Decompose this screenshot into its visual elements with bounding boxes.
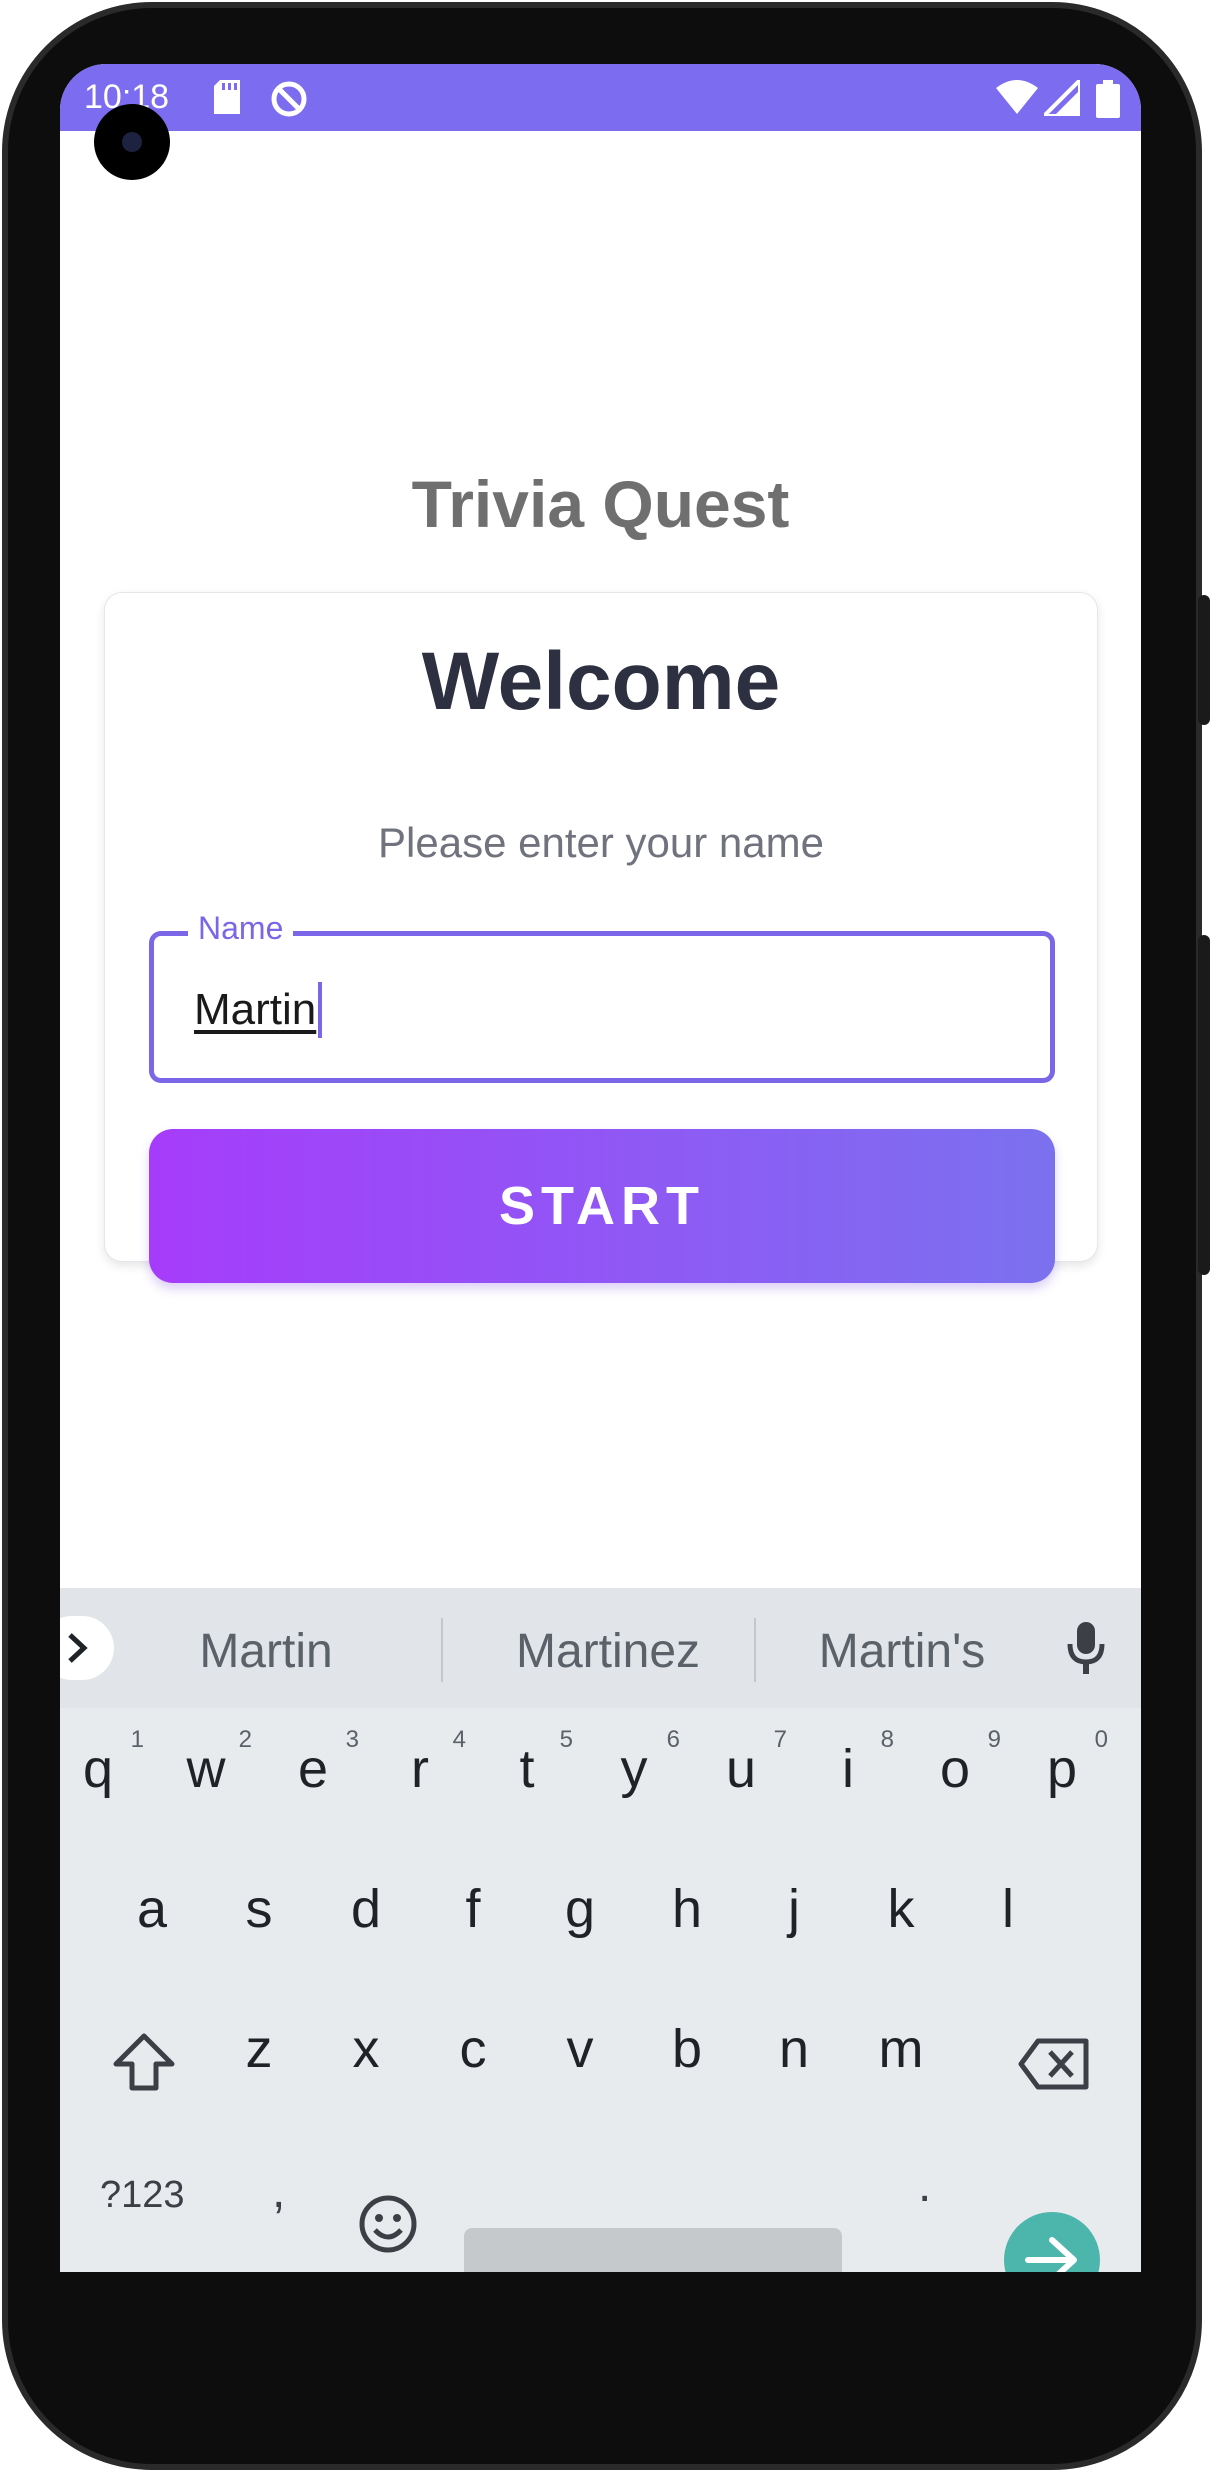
period-key[interactable]: . <box>918 2158 931 2213</box>
comma-key[interactable]: , <box>272 2164 285 2219</box>
suggestion-bar: Martin Martinez Martin's <box>60 1588 1141 1708</box>
key-s[interactable]: s <box>219 1878 299 1940</box>
arrow-right-icon <box>1025 2237 1077 2272</box>
key-m[interactable]: m <box>861 2018 941 2080</box>
key-n[interactable]: n <box>754 2018 834 2080</box>
key-u[interactable]: u7 <box>701 1726 787 1800</box>
power-button <box>1198 595 1210 725</box>
key-b[interactable]: b <box>647 2018 727 2080</box>
key-f[interactable]: f <box>433 1878 513 1940</box>
key-a[interactable]: a <box>112 1878 192 1940</box>
suggestion-divider <box>754 1618 756 1682</box>
key-v[interactable]: v <box>540 2018 620 2080</box>
name-input-value[interactable]: Martin <box>194 982 323 1038</box>
suggestion-divider <box>441 1618 443 1682</box>
shift-icon[interactable] <box>112 2032 176 2097</box>
key-t[interactable]: t5 <box>487 1726 573 1800</box>
key-p[interactable]: p0 <box>1022 1726 1108 1800</box>
emoji-icon[interactable] <box>358 2194 418 2259</box>
screen: 10:18 Trivia Quest Welcome Please enter … <box>60 64 1141 2272</box>
name-field-label: Name <box>188 910 294 947</box>
start-button[interactable]: START <box>149 1129 1055 1283</box>
key-j[interactable]: j <box>754 1878 834 1940</box>
name-input[interactable]: Name Martin <box>149 910 1055 1083</box>
key-h[interactable]: h <box>647 1878 727 1940</box>
signal-icon <box>1039 75 1082 121</box>
key-o[interactable]: o9 <box>915 1726 1001 1800</box>
key-r[interactable]: r4 <box>380 1726 466 1800</box>
do-not-disturb-icon <box>270 80 308 123</box>
app-title: Trivia Quest <box>411 467 790 541</box>
key-y[interactable]: y6 <box>594 1726 681 1800</box>
microphone-icon[interactable] <box>1066 1620 1106 1681</box>
chevron-right-icon <box>68 1633 88 1663</box>
space-bar[interactable] <box>464 2228 842 2272</box>
symbols-key[interactable]: ?123 <box>100 2174 185 2217</box>
welcome-heading: Welcome <box>421 636 781 727</box>
key-e[interactable]: e3 <box>273 1726 359 1800</box>
sd-card-icon <box>214 80 240 119</box>
front-camera <box>94 104 170 180</box>
suggestion-2[interactable]: Martinez <box>458 1624 758 1679</box>
key-l[interactable]: l <box>968 1878 1048 1940</box>
suggestion-1[interactable]: Martin <box>166 1624 366 1679</box>
key-w[interactable]: w2 <box>166 1726 253 1800</box>
key-x[interactable]: x <box>326 2018 406 2080</box>
key-c[interactable]: c <box>433 2018 513 2080</box>
status-bar: 10:18 <box>60 64 1141 131</box>
volume-button <box>1198 935 1210 1275</box>
key-g[interactable]: g <box>540 1878 620 1940</box>
key-z[interactable]: z <box>219 2018 299 2080</box>
key-q[interactable]: q1 <box>60 1726 144 1800</box>
key-k[interactable]: k <box>861 1878 941 1940</box>
wifi-icon <box>996 80 1038 119</box>
suggestion-3[interactable]: Martin's <box>772 1624 1032 1679</box>
key-d[interactable]: d <box>326 1878 406 1940</box>
name-prompt: Please enter your name <box>378 819 824 866</box>
backspace-icon[interactable] <box>1018 2038 1090 2095</box>
expand-toolbar-button[interactable] <box>60 1616 114 1680</box>
key-i[interactable]: i8 <box>808 1726 894 1800</box>
welcome-card: Welcome Please enter your name Name Mart… <box>104 592 1098 1283</box>
battery-icon <box>1096 80 1120 123</box>
